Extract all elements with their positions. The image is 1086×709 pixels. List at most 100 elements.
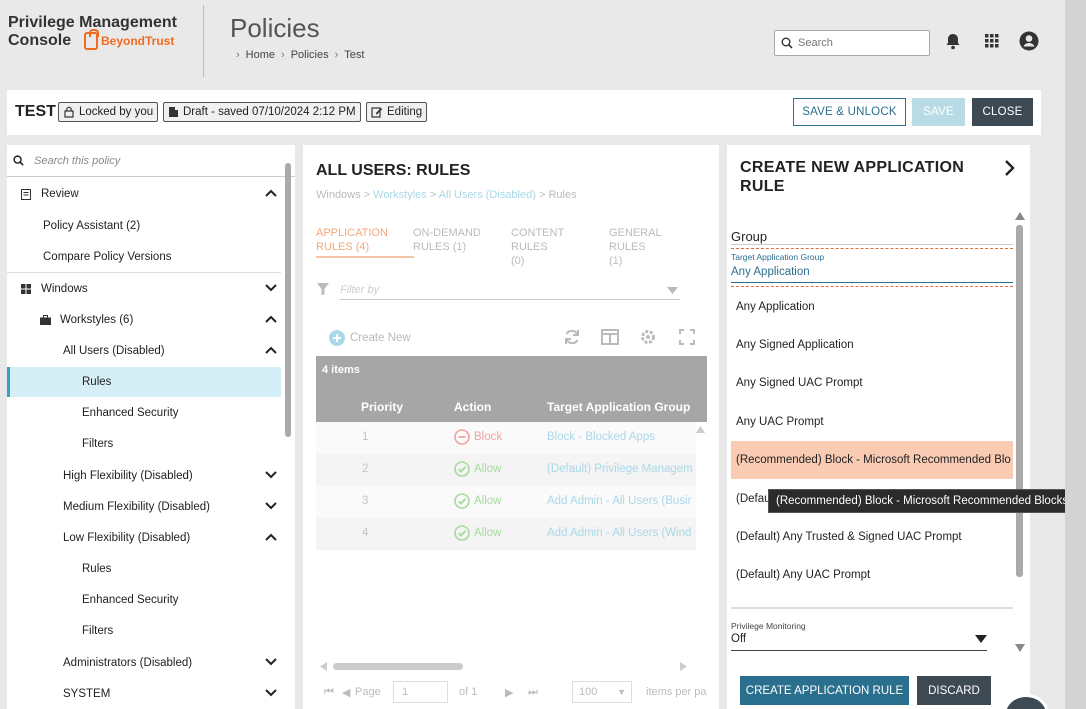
- fullscreen-icon[interactable]: [679, 329, 695, 345]
- create-application-rule-button[interactable]: CREATE APPLICATION RULE: [740, 676, 909, 705]
- option-default-any-uac[interactable]: (Default) Any UAC Prompt: [731, 556, 1013, 594]
- row-target[interactable]: (Default) Privilege Managem: [547, 463, 693, 475]
- columns-icon[interactable]: [601, 329, 619, 345]
- col-priority[interactable]: Priority: [361, 400, 403, 414]
- gear-icon[interactable]: [639, 328, 657, 346]
- tree-item-rules[interactable]: Rules: [7, 554, 281, 584]
- table-row[interactable]: 4 Allow Add Admin - All Users (Wind: [316, 518, 696, 550]
- scroll-up-icon[interactable]: [1015, 212, 1025, 220]
- table-row[interactable]: 3 Allow Add Admin - All Users (Busir: [316, 486, 696, 518]
- app-logo[interactable]: Privilege Management Console BeyondTrust: [8, 14, 177, 50]
- row-priority: 3: [362, 495, 369, 507]
- chevron-down-icon[interactable]: [265, 688, 277, 700]
- option-default-trusted-signed-uac[interactable]: (Default) Any Trusted & Signed UAC Promp…: [731, 518, 1013, 556]
- tab-on-demand-rules[interactable]: ON-DEMAND RULES (1): [413, 226, 503, 254]
- crumb-all-users[interactable]: All Users (Disabled): [439, 189, 536, 201]
- tree-item-policy-assistant[interactable]: Policy Assistant (2): [7, 211, 281, 241]
- row-target[interactable]: Block - Blocked Apps: [547, 431, 655, 443]
- first-page-icon[interactable]: ⏮: [324, 686, 334, 699]
- tree-item-workstyles[interactable]: Workstyles (6): [7, 305, 281, 335]
- option-any-signed-application[interactable]: Any Signed Application: [731, 326, 1013, 364]
- tree-item-filters[interactable]: Filters: [7, 429, 281, 459]
- privilege-monitoring-value: Off: [731, 633, 747, 645]
- filter-input[interactable]: Filter by: [340, 278, 680, 300]
- bell-icon[interactable]: [942, 30, 964, 52]
- tree-item-administrators[interactable]: Administrators (Disabled): [7, 648, 281, 678]
- table-row[interactable]: 1 Block Block - Blocked Apps: [316, 422, 696, 454]
- per-page-select[interactable]: 100 ▼: [572, 681, 632, 703]
- crumb-workstyles[interactable]: Workstyles: [373, 189, 427, 201]
- chevron-up-icon[interactable]: [265, 532, 277, 544]
- chevron-down-icon[interactable]: [265, 283, 277, 295]
- chevron-up-icon[interactable]: [265, 188, 277, 200]
- search-input[interactable]: [798, 37, 918, 49]
- tree-scrollbar[interactable]: [285, 163, 291, 437]
- windows-icon: [19, 284, 33, 294]
- privilege-monitoring-select[interactable]: Off: [731, 633, 987, 651]
- option-any-signed-uac-prompt[interactable]: Any Signed UAC Prompt: [731, 364, 1013, 402]
- scroll-down-icon[interactable]: [1015, 644, 1025, 652]
- global-search[interactable]: [774, 30, 930, 56]
- tree-search[interactable]: Search this policy: [7, 145, 295, 177]
- tree-search-placeholder[interactable]: Search this policy: [34, 155, 120, 167]
- option-any-application[interactable]: Any Application: [731, 288, 1013, 326]
- tree-item-system[interactable]: SYSTEM: [7, 679, 281, 709]
- tab-application-rules[interactable]: APPLICATION RULES (4): [316, 226, 414, 258]
- target-group-select[interactable]: Any Application: [731, 266, 810, 278]
- chevron-up-icon[interactable]: [265, 345, 277, 357]
- tree-item-rules-selected[interactable]: Rules: [7, 367, 281, 397]
- chevron-down-icon[interactable]: [265, 501, 277, 513]
- crumb-windows[interactable]: Windows: [316, 189, 361, 201]
- chevron-down-icon[interactable]: [265, 657, 277, 669]
- col-target[interactable]: Target Application Group: [547, 400, 690, 414]
- tab-general-rules[interactable]: GENERAL RULES (1): [609, 226, 699, 268]
- tree-item-windows[interactable]: Windows: [7, 274, 281, 304]
- scroll-right-icon[interactable]: [680, 662, 687, 671]
- scroll-left-icon[interactable]: [320, 662, 327, 671]
- tree-item-filters[interactable]: Filters: [7, 616, 281, 646]
- tree-item-all-users[interactable]: All Users (Disabled): [7, 336, 281, 366]
- chevron-right-icon: ›: [281, 49, 285, 61]
- row-priority: 2: [362, 463, 369, 475]
- prev-page-icon[interactable]: ◀: [342, 686, 350, 699]
- page-input[interactable]: 1: [393, 681, 448, 703]
- refresh-icon[interactable]: [563, 328, 581, 346]
- col-action[interactable]: Action: [454, 400, 491, 414]
- user-account-icon[interactable]: [1018, 30, 1040, 52]
- discard-button[interactable]: DISCARD: [917, 676, 991, 705]
- next-page-icon[interactable]: ▶: [505, 686, 513, 699]
- grid-hscrollbar[interactable]: [333, 663, 463, 670]
- tree-label: Enhanced Security: [82, 594, 179, 606]
- scroll-up-icon[interactable]: [696, 426, 705, 433]
- tree-item-compare-versions[interactable]: Compare Policy Versions: [7, 242, 281, 272]
- tree-item-enhanced-security[interactable]: Enhanced Security: [7, 398, 281, 428]
- tree-label: Windows: [41, 283, 88, 295]
- filter-icon[interactable]: [316, 282, 330, 296]
- save-button[interactable]: SAVE: [912, 98, 965, 126]
- chevron-up-icon[interactable]: [265, 314, 277, 326]
- tree-item-high-flexibility[interactable]: High Flexibility (Disabled): [7, 461, 281, 491]
- caret-down-icon[interactable]: [667, 287, 678, 294]
- options-scrollbar[interactable]: [1016, 225, 1023, 577]
- tree-item-enhanced-security[interactable]: Enhanced Security: [7, 585, 281, 615]
- chevron-down-icon[interactable]: [265, 470, 277, 482]
- create-new-label: Create New: [350, 332, 411, 344]
- chevron-right-icon[interactable]: [1004, 159, 1016, 177]
- table-row[interactable]: 2 Allow (Default) Privilege Managem: [316, 454, 696, 486]
- tree-item-review[interactable]: Review: [7, 179, 281, 209]
- tab-content-rules[interactable]: CONTENT RULES (0): [511, 226, 601, 268]
- tree-item-medium-flexibility[interactable]: Medium Flexibility (Disabled): [7, 492, 281, 522]
- apps-grid-icon[interactable]: [981, 30, 1003, 52]
- row-target[interactable]: Add Admin - All Users (Busir: [547, 495, 691, 507]
- breadcrumb-policies[interactable]: Policies: [291, 49, 329, 61]
- option-any-uac-prompt[interactable]: Any UAC Prompt: [731, 403, 1013, 441]
- option-recommended-block[interactable]: (Recommended) Block - Microsoft Recommen…: [731, 441, 1013, 479]
- last-page-icon[interactable]: ⏭: [528, 686, 538, 699]
- row-target[interactable]: Add Admin - All Users (Wind: [547, 527, 691, 539]
- breadcrumb-home[interactable]: Home: [246, 49, 275, 61]
- list-bottom-border: [731, 607, 1013, 609]
- save-unlock-button[interactable]: SAVE & UNLOCK: [793, 98, 906, 126]
- tree-item-low-flexibility[interactable]: Low Flexibility (Disabled): [7, 523, 281, 553]
- create-new-button[interactable]: Create New: [329, 330, 411, 346]
- close-button[interactable]: CLOSE: [972, 98, 1033, 126]
